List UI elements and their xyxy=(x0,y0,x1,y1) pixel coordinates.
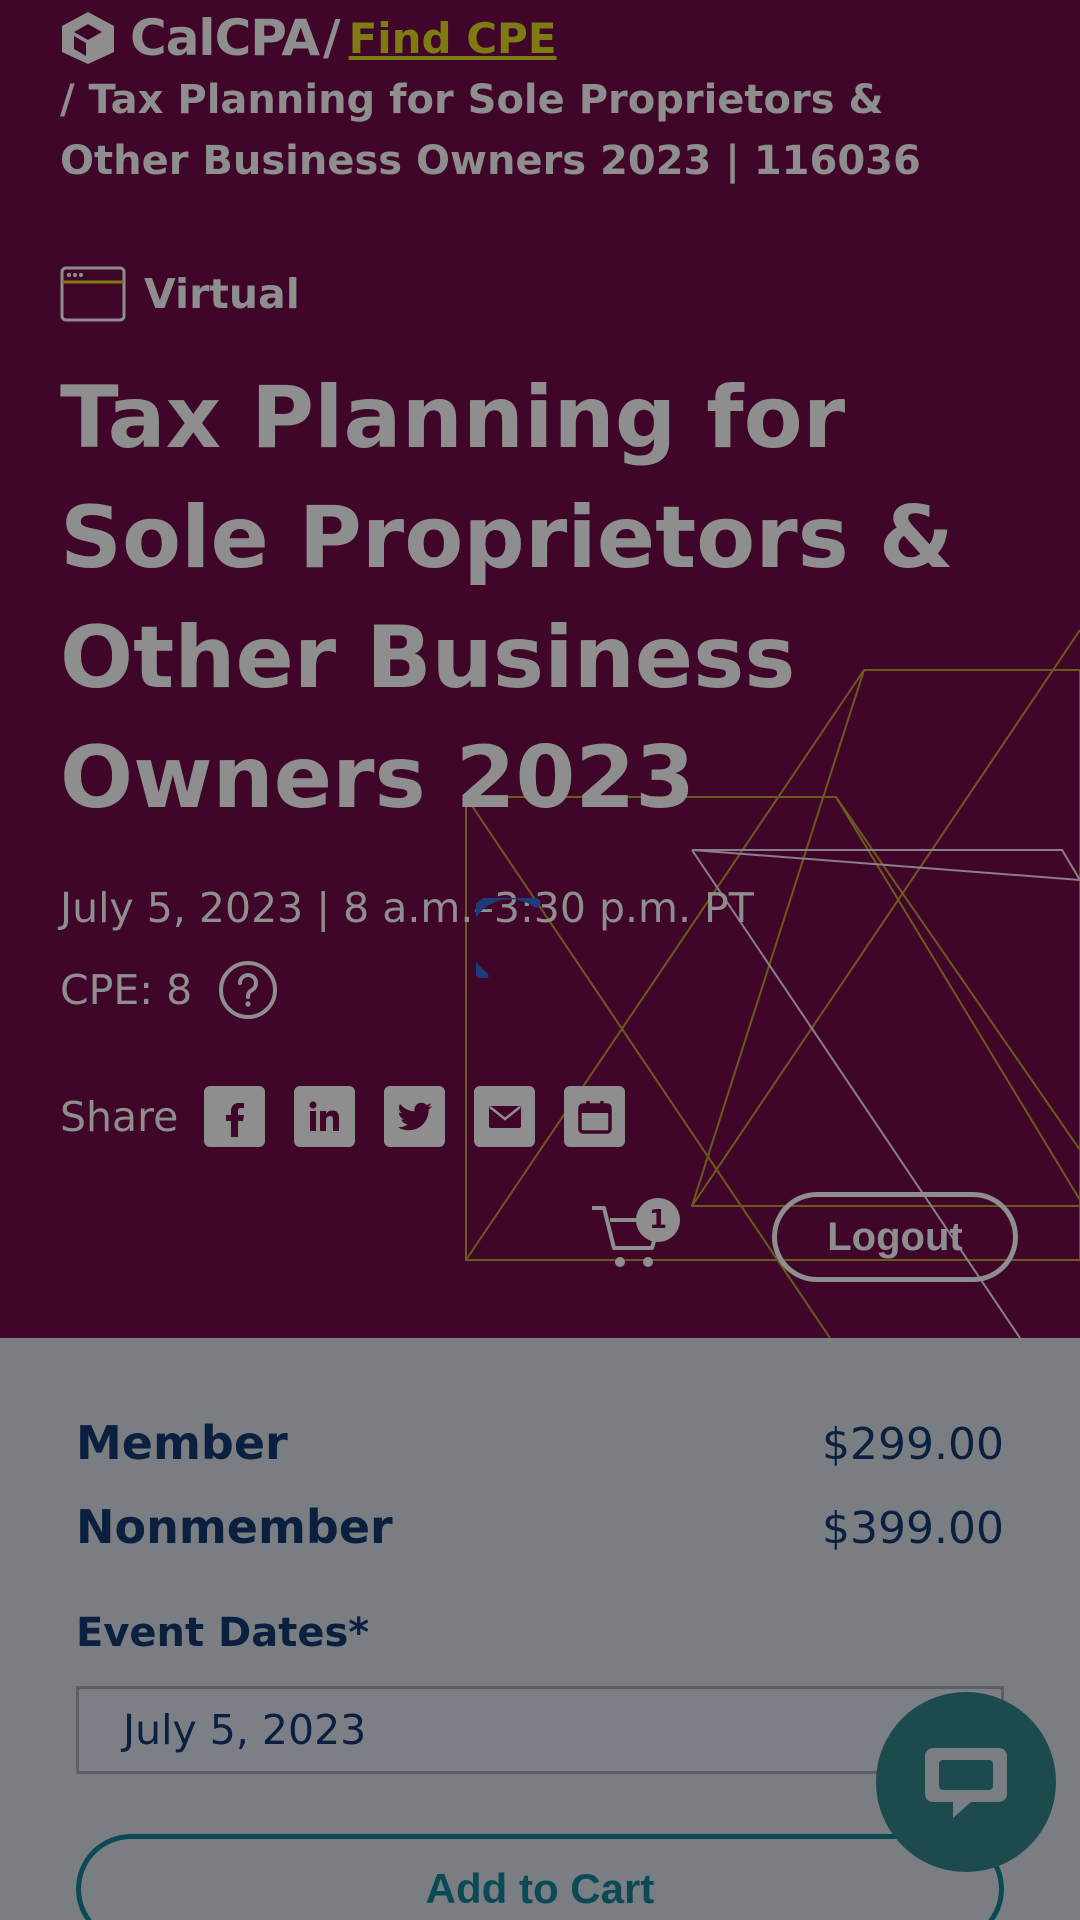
twitter-icon[interactable] xyxy=(384,1086,446,1147)
browser-window-icon xyxy=(60,266,126,322)
logout-button[interactable]: Logout xyxy=(772,1192,1018,1282)
facebook-icon[interactable] xyxy=(204,1086,266,1147)
price-value: $299.00 xyxy=(822,1419,1004,1470)
event-datetime: July 5, 2023 | 8 a.m.–3:30 p.m. PT xyxy=(60,884,754,932)
linkedin-icon[interactable] xyxy=(294,1086,356,1147)
breadcrumb-current: / Tax Planning for Sole Proprietors & Ot… xyxy=(60,77,921,184)
event-hero: CalCPA / Find CPE / Tax Planning for Sol… xyxy=(0,0,1080,1338)
event-dates-label: Event Dates* xyxy=(76,1610,370,1656)
price-label: Nonmember xyxy=(76,1500,393,1554)
chat-button[interactable] xyxy=(876,1692,1056,1872)
help-icon[interactable] xyxy=(218,960,278,1020)
event-format: Virtual xyxy=(60,266,300,322)
chat-bubble-icon xyxy=(925,1748,1007,1818)
event-format-label: Virtual xyxy=(144,270,300,318)
event-date-value: July 5, 2023 xyxy=(123,1706,367,1754)
price-row-nonmember: Nonmember $399.00 xyxy=(76,1500,1004,1554)
price-value: $399.00 xyxy=(822,1503,1004,1554)
cpe-label: CPE: 8 xyxy=(60,966,193,1014)
calcpa-logo-icon[interactable] xyxy=(60,10,116,66)
brand-name[interactable]: CalCPA xyxy=(130,8,320,69)
cpe-credits: CPE: 8 xyxy=(60,960,278,1020)
price-row-member: Member $299.00 xyxy=(76,1416,1004,1470)
event-date-select[interactable]: July 5, 2023 xyxy=(76,1686,1004,1774)
find-cpe-link[interactable]: Find CPE xyxy=(349,8,557,69)
add-to-cart-button[interactable]: Add to Cart xyxy=(76,1834,1004,1920)
breadcrumb-separator: / xyxy=(323,9,341,66)
cart-count-badge: 1 xyxy=(636,1198,680,1242)
calendar-icon[interactable] xyxy=(564,1086,626,1147)
page-title: Tax Planning for Sole Proprietors & Othe… xyxy=(60,368,954,828)
share-bar: Share xyxy=(60,1086,654,1147)
breadcrumb: CalCPA / Find CPE / Tax Planning for Sol… xyxy=(60,8,1020,192)
loading-spinner-icon xyxy=(476,898,541,978)
email-icon[interactable] xyxy=(474,1086,536,1147)
price-label: Member xyxy=(76,1416,288,1470)
share-label: Share xyxy=(60,1092,179,1141)
